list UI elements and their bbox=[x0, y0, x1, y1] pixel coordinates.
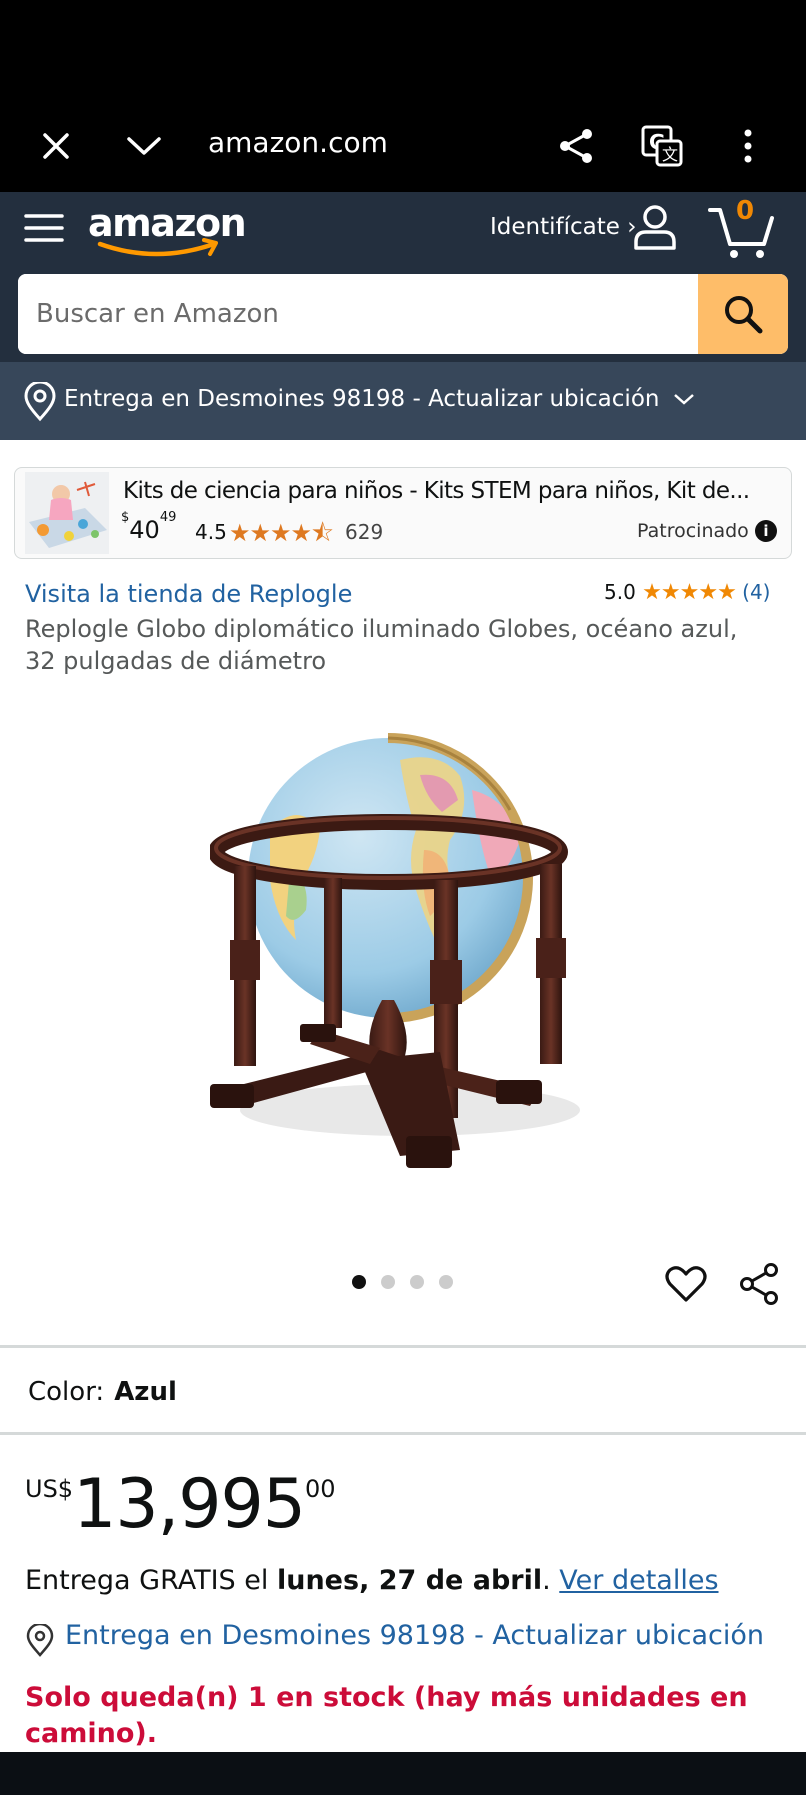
stock-message: Solo queda(n) 1 en stock (hay más unidad… bbox=[25, 1682, 748, 1749]
carousel-dot[interactable] bbox=[410, 1275, 424, 1289]
color-label: Color: bbox=[28, 1377, 105, 1407]
location-pin-icon bbox=[25, 1622, 55, 1658]
search-bar bbox=[0, 274, 806, 362]
cart-count-badge: 0 bbox=[736, 196, 755, 226]
delivery-location-bar[interactable]: Entrega en Desmoines 98198 - Actualizar … bbox=[0, 362, 806, 440]
image-carousel-dots bbox=[352, 1274, 468, 1293]
system-navigation-bar bbox=[0, 1752, 806, 1795]
chevron-down-icon bbox=[673, 394, 694, 405]
user-icon[interactable] bbox=[630, 202, 680, 252]
carousel-dot[interactable] bbox=[381, 1275, 395, 1289]
chevron-down-icon[interactable] bbox=[116, 118, 172, 174]
search-button[interactable] bbox=[698, 274, 788, 354]
product-rating[interactable]: 5.0 ★★★★★ (4) bbox=[604, 580, 771, 605]
svg-text:文: 文 bbox=[662, 145, 678, 164]
info-icon[interactable]: i bbox=[755, 520, 777, 542]
search-icon bbox=[725, 296, 763, 334]
delivery-location-text: Entrega en Desmoines 98198 - Actualizar … bbox=[64, 386, 660, 412]
sponsored-label: Patrocinado bbox=[637, 520, 749, 542]
browser-toolbar: amazon.com G文 bbox=[0, 100, 806, 192]
price-whole: 13,995 bbox=[73, 1465, 306, 1544]
delivery-location-text[interactable]: Entrega en Desmoines 98198 - Actualizar … bbox=[65, 1620, 764, 1651]
carousel-dot[interactable] bbox=[439, 1275, 453, 1289]
share-icon[interactable] bbox=[548, 118, 604, 174]
view-details-link[interactable]: Ver detalles bbox=[559, 1565, 718, 1596]
translate-icon[interactable]: G文 bbox=[634, 118, 690, 174]
section-divider bbox=[0, 1432, 806, 1435]
free-delivery-message: Entrega GRATIS el lunes, 27 de abril. Ve… bbox=[25, 1565, 719, 1596]
carousel-dot[interactable] bbox=[352, 1275, 366, 1289]
signin-link[interactable]: Identifícate › bbox=[490, 214, 636, 240]
close-icon[interactable] bbox=[28, 118, 84, 174]
ad-title[interactable]: Kits de ciencia para niños - Kits STEM p… bbox=[123, 478, 750, 504]
section-divider bbox=[0, 1345, 806, 1348]
status-bar bbox=[0, 0, 806, 100]
product-image[interactable] bbox=[208, 680, 600, 1220]
rating-count-link[interactable]: (4) bbox=[742, 580, 770, 604]
ad-rating-value: 4.5 bbox=[195, 520, 227, 544]
visit-store-link[interactable]: Visita la tienda de Replogle bbox=[25, 580, 352, 608]
location-pin-icon bbox=[22, 380, 58, 422]
ad-star-rating: ★★★★⯪ bbox=[229, 519, 334, 547]
search-input[interactable] bbox=[18, 274, 698, 354]
ad-review-count: 629 bbox=[345, 520, 384, 544]
share-icon[interactable] bbox=[738, 1262, 782, 1306]
product-title: Replogle Globo diplomático iluminado Glo… bbox=[25, 615, 738, 675]
ad-product-image[interactable] bbox=[25, 472, 109, 554]
amazon-logo[interactable]: amazon bbox=[86, 198, 247, 264]
address-bar-url[interactable]: amazon.com bbox=[208, 126, 388, 159]
rating-value: 5.0 bbox=[604, 580, 636, 604]
color-value: Azul bbox=[114, 1377, 177, 1407]
svg-text:amazon: amazon bbox=[88, 201, 245, 245]
more-options-icon[interactable] bbox=[720, 118, 776, 174]
heart-icon[interactable] bbox=[664, 1262, 708, 1306]
delivery-date: lunes, 27 de abril bbox=[276, 1565, 543, 1596]
star-rating: ★★★★★ bbox=[642, 580, 737, 605]
search-box bbox=[18, 274, 788, 354]
delivery-suffix: . bbox=[542, 1565, 560, 1596]
price-fraction: 00 bbox=[305, 1475, 336, 1503]
delivery-prefix: Entrega GRATIS el bbox=[25, 1565, 277, 1596]
price-currency: US$ bbox=[25, 1475, 74, 1503]
sponsored-ad[interactable]: Kits de ciencia para niños - Kits STEM p… bbox=[14, 467, 792, 559]
color-selector[interactable]: Color: Azul bbox=[28, 1377, 177, 1407]
amazon-header: amazon Identifícate › 0 bbox=[0, 192, 806, 274]
product-price: US$13,99500 bbox=[25, 1465, 336, 1544]
ad-price: $4049 bbox=[121, 510, 177, 544]
hamburger-menu-icon[interactable] bbox=[22, 206, 66, 250]
